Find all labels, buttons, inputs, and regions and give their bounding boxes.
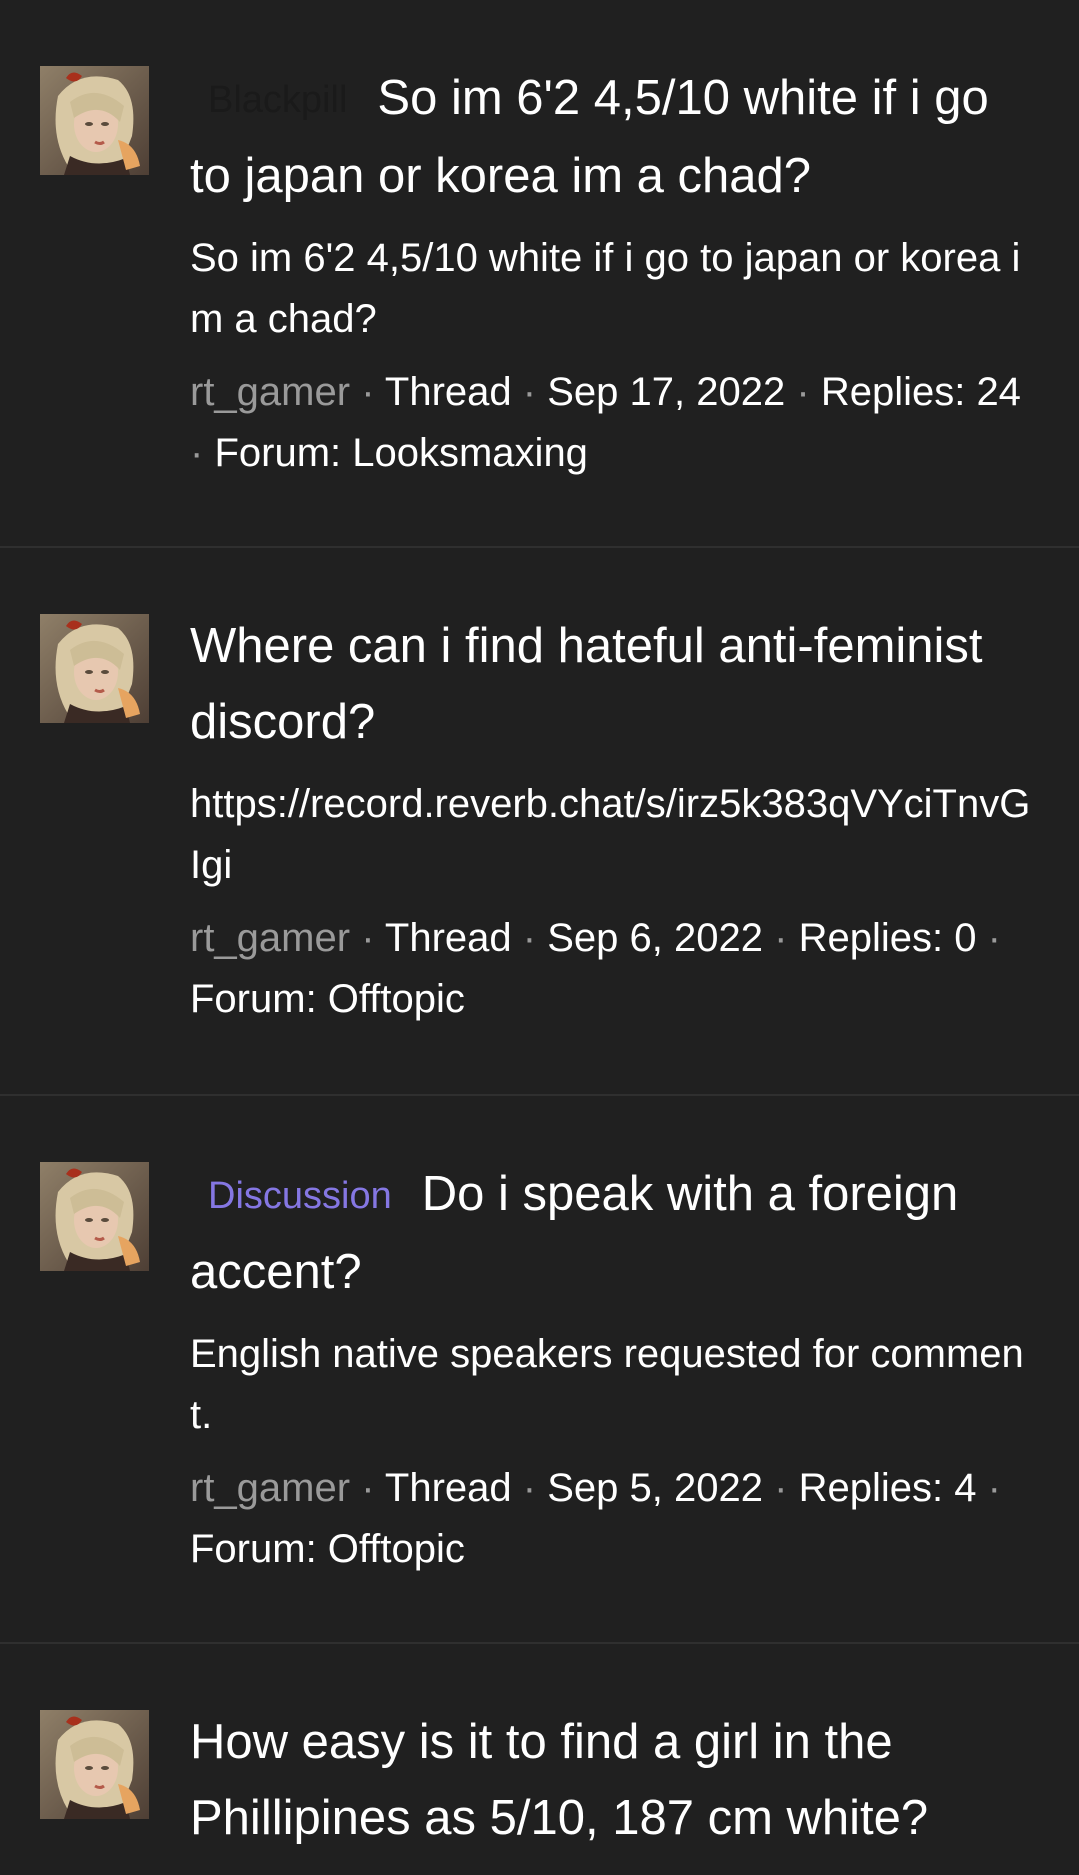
user-avatar[interactable] — [40, 66, 149, 175]
meta-separator: · — [796, 370, 810, 414]
thread-type: Thread — [384, 1466, 512, 1510]
thread-forum-link[interactable]: Forum: Offtopic — [190, 1527, 465, 1571]
user-avatar[interactable] — [40, 1162, 149, 1271]
thread-result-item[interactable]: Blackpill So im 6'2 4,5/10 white if i go … — [0, 0, 1079, 548]
thread-date: Sep 5, 2022 — [547, 1466, 763, 1510]
thread-title-link[interactable]: Where can i find hateful anti-feminist d… — [190, 608, 1040, 760]
thread-result-item[interactable]: How easy is it to find a girl in the Phi… — [0, 1644, 1079, 1875]
thread-result-item[interactable]: Discussion Do i speak with a foreign acce… — [0, 1096, 1079, 1644]
thread-meta: rt_gamer · Thread · Sep 17, 2022 · Repli… — [190, 362, 1040, 484]
thread-replies: Replies: 0 — [798, 916, 977, 960]
thread-type: Thread — [384, 370, 512, 414]
thread-snippet: English native speakers requested for co… — [190, 1332, 1024, 1437]
thread-title-text: How easy is it to find a girl in the Phi… — [190, 1715, 929, 1845]
thread-meta: rt_gamer · Thread · Sep 5, 2022 · Replie… — [190, 1458, 1040, 1580]
avatar-portrait-icon — [40, 1710, 149, 1819]
avatar-portrait-icon — [40, 1162, 149, 1271]
thread-forum-link[interactable]: Forum: Looksmaxing — [214, 431, 587, 475]
thread-result-item[interactable]: Where can i find hateful anti-feminist d… — [0, 548, 1079, 1096]
thread-meta: rt_gamer · Thread · Sep 6, 2022 · Replie… — [190, 908, 1040, 1030]
user-avatar[interactable] — [40, 1710, 149, 1819]
meta-separator: · — [987, 916, 1001, 960]
thread-title-link[interactable]: How easy is it to find a girl in the Phi… — [190, 1704, 1040, 1856]
meta-separator: · — [361, 370, 375, 414]
avatar-portrait-icon — [40, 66, 149, 175]
thread-prefix-label[interactable]: Discussion — [208, 1158, 392, 1234]
meta-separator: · — [774, 916, 788, 960]
thread-date: Sep 17, 2022 — [547, 370, 786, 414]
meta-separator: · — [361, 916, 375, 960]
thread-snippet: https://record.reverb.chat/s/irz5k383qVY… — [190, 782, 1031, 887]
thread-forum-link[interactable]: Forum: Offtopic — [190, 977, 465, 1021]
thread-prefix-label[interactable]: Blackpill — [208, 62, 347, 138]
thread-title-link[interactable]: Blackpill So im 6'2 4,5/10 white if i go … — [190, 60, 1040, 214]
thread-title-link[interactable]: Discussion Do i speak with a foreign acce… — [190, 1156, 1040, 1310]
meta-separator: · — [522, 1466, 537, 1510]
thread-title-text: Where can i find hateful anti-feminist d… — [190, 619, 983, 749]
meta-separator: · — [522, 370, 537, 414]
user-avatar[interactable] — [40, 614, 149, 723]
thread-snippet: So im 6'2 4,5/10 white if i go to japan … — [190, 236, 1021, 341]
avatar-portrait-icon — [40, 614, 149, 723]
thread-date: Sep 6, 2022 — [547, 916, 763, 960]
thread-author-link[interactable]: rt_gamer — [190, 370, 350, 414]
meta-separator: · — [361, 1466, 375, 1510]
thread-author-link[interactable]: rt_gamer — [190, 916, 350, 960]
meta-separator: · — [774, 1466, 788, 1510]
thread-replies: Replies: 24 — [820, 370, 1021, 414]
thread-author-link[interactable]: rt_gamer — [190, 1466, 350, 1510]
meta-separator: · — [987, 1466, 1001, 1510]
thread-replies: Replies: 4 — [798, 1466, 977, 1510]
meta-separator: · — [522, 916, 537, 960]
thread-type: Thread — [384, 916, 512, 960]
meta-separator: · — [190, 431, 204, 475]
search-results-list: Blackpill So im 6'2 4,5/10 white if i go … — [0, 0, 1079, 1875]
